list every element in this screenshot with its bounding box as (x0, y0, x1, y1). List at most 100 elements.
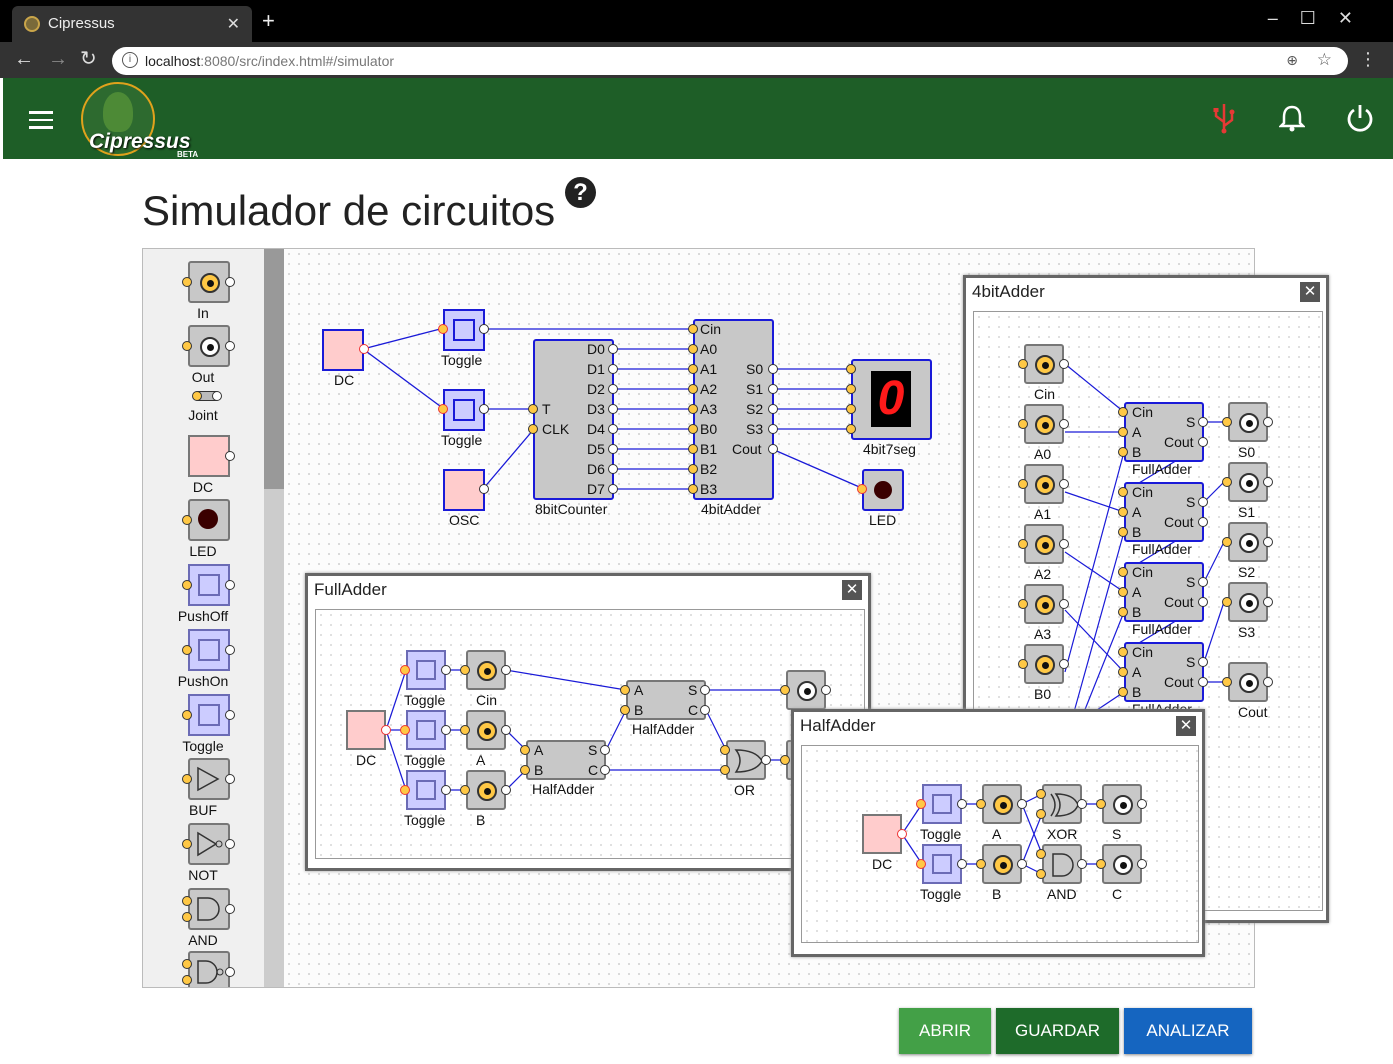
adder-in-pin-a0[interactable] (688, 344, 698, 354)
fa4-output-1-out-pin[interactable] (1263, 477, 1273, 487)
fa4-input-cin[interactable] (1024, 344, 1064, 384)
fa-halfadder-2-b-pin[interactable] (620, 705, 630, 715)
logo[interactable]: Cipressus BETA (81, 82, 221, 159)
palette-item-in[interactable]: In (153, 259, 253, 321)
bell-icon[interactable] (1279, 104, 1305, 132)
fa-or-in-pin-a[interactable] (720, 745, 730, 755)
fa4-fa-s-pin[interactable] (1198, 577, 1208, 587)
fa-or-in-pin-b[interactable] (720, 765, 730, 775)
palette-item-joint[interactable]: Joint (153, 389, 253, 423)
ha-gate-out-pin[interactable] (1077, 799, 1087, 809)
fa4-output-0[interactable] (1228, 402, 1268, 442)
window-4bitadder-close-icon[interactable]: ✕ (1300, 282, 1320, 302)
fa4-fa-cout-pin[interactable] (1198, 517, 1208, 527)
counter-out-pin-d3[interactable] (608, 404, 618, 414)
fa4-fa-cout-pin[interactable] (1198, 677, 1208, 687)
ha-gate-xor[interactable] (1042, 784, 1082, 824)
fa4-fa-in-pin[interactable] (1118, 487, 1128, 497)
adder-out-pin-cout[interactable] (768, 444, 778, 454)
fa-dc[interactable] (346, 710, 386, 750)
counter-out-pin-d7[interactable] (608, 484, 618, 494)
fa4-input-b0-in-pin[interactable] (1018, 659, 1028, 669)
adder-in-pin-a3[interactable] (688, 404, 698, 414)
fa4-input-cin-in-pin[interactable] (1018, 359, 1028, 369)
ha-input-1[interactable] (982, 844, 1022, 884)
adder-out-pin-s0[interactable] (768, 364, 778, 374)
ha-input-0-out-pin[interactable] (1017, 799, 1027, 809)
fa4-output-2[interactable] (1228, 522, 1268, 562)
window-fulladder-canvas[interactable]: DC Toggle Toggle Toggle Cin A B A B S C HalfAdder A B… (315, 609, 865, 859)
fa4-input-b0-out-pin[interactable] (1059, 659, 1069, 669)
fa-input-0[interactable] (466, 650, 506, 690)
fa4-input-a2-in-pin[interactable] (1018, 539, 1028, 549)
fa-toggle-0-in-pin[interactable] (400, 665, 410, 675)
fa4-output-1-in-pin[interactable] (1222, 477, 1232, 487)
fa4-output-3[interactable] (1228, 582, 1268, 622)
led[interactable] (862, 469, 904, 511)
fa-halfadder-1-b-pin[interactable] (520, 765, 530, 775)
fa4-fa-s-pin[interactable] (1198, 657, 1208, 667)
fa4-output-1[interactable] (1228, 462, 1268, 502)
save-button[interactable]: GUARDAR (996, 1008, 1119, 1054)
ha-gate-in-pin[interactable] (1036, 789, 1046, 799)
fa4-fa-in-pin[interactable] (1118, 527, 1128, 537)
fa4-fa-s-pin[interactable] (1198, 497, 1208, 507)
ha-toggle-1[interactable] (922, 844, 962, 884)
fa4-fa-in-pin[interactable] (1118, 407, 1128, 417)
power-icon[interactable] (1345, 103, 1375, 133)
palette-item-buf[interactable]: BUF (153, 756, 253, 818)
adder-out-pin-s1[interactable] (768, 384, 778, 394)
adder-out-pin-s2[interactable] (768, 404, 778, 414)
fa-output-s-out-pin[interactable] (821, 685, 831, 695)
ha-gate-in-pin[interactable] (1036, 809, 1046, 819)
seg-pin-3[interactable] (846, 424, 856, 434)
palette-item-not[interactable]: NOT (153, 821, 253, 883)
tab-close-icon[interactable]: ✕ (227, 14, 240, 34)
fa-toggle-1-in-pin[interactable] (400, 725, 410, 735)
fa4-fa-in-pin[interactable] (1118, 647, 1128, 657)
ha-toggle-1-in-pin[interactable] (916, 859, 926, 869)
fa4-output-4[interactable] (1228, 662, 1268, 702)
ha-toggle-0-out-pin[interactable] (957, 799, 967, 809)
new-tab-button[interactable]: + (262, 10, 275, 32)
fa4-output-4-in-pin[interactable] (1222, 677, 1232, 687)
fa4-input-a2[interactable] (1024, 524, 1064, 564)
counter-out-pin-d2[interactable] (608, 384, 618, 394)
palette-item-dc[interactable]: DC (153, 433, 253, 495)
osc-output-pin[interactable] (479, 484, 489, 494)
fa4-input-a1-in-pin[interactable] (1018, 479, 1028, 489)
fa-or-out-pin[interactable] (761, 755, 771, 765)
counter-in-pin-t[interactable] (528, 404, 538, 414)
counter-out-pin-d1[interactable] (608, 364, 618, 374)
toggle-1-input-pin[interactable] (438, 324, 448, 334)
toggle-1-output-pin[interactable] (479, 324, 489, 334)
seg-pin-0[interactable] (846, 364, 856, 374)
fa-halfadder-2-s-pin[interactable] (700, 685, 710, 695)
fa-toggle-2-out-pin[interactable] (441, 785, 451, 795)
palette-item-pushon[interactable]: PushOn (153, 627, 253, 689)
palette-item-toggle[interactable]: Toggle (153, 692, 253, 754)
window-halfadder[interactable]: HalfAdder ✕ DC Toggle Toggle A B XOR AND S C (791, 709, 1205, 957)
fa-toggle-1-out-pin[interactable] (441, 725, 451, 735)
ha-gate-in-pin[interactable] (1036, 849, 1046, 859)
fa-toggle-1[interactable] (406, 710, 446, 750)
window-fulladder[interactable]: FullAdder ✕ DC Toggle Toggle Toggle Cin A B A B S… (305, 573, 871, 871)
toggle-2-output-pin[interactable] (479, 404, 489, 414)
ha-input-0-in-pin[interactable] (976, 799, 986, 809)
fa-input-1[interactable] (466, 710, 506, 750)
ha-output-1-in-pin[interactable] (1096, 859, 1106, 869)
ha-output-0[interactable] (1102, 784, 1142, 824)
fa4-input-a0-out-pin[interactable] (1059, 419, 1069, 429)
help-icon[interactable]: ? (565, 177, 596, 208)
fa-dc-out-pin[interactable] (381, 725, 391, 735)
palette-item-pushoff[interactable]: PushOff (153, 562, 253, 624)
ha-toggle-1-out-pin[interactable] (957, 859, 967, 869)
fa4-fa-in-pin[interactable] (1118, 587, 1128, 597)
fa4-fa-in-pin[interactable] (1118, 607, 1128, 617)
fa-input-1-in-pin[interactable] (460, 725, 470, 735)
fa4-input-a2-out-pin[interactable] (1059, 539, 1069, 549)
ha-dc[interactable] (862, 814, 902, 854)
ha-output-0-out-pin[interactable] (1137, 799, 1147, 809)
window-fulladder-close-icon[interactable]: ✕ (842, 580, 862, 600)
fa4-fa-in-pin[interactable] (1118, 507, 1128, 517)
